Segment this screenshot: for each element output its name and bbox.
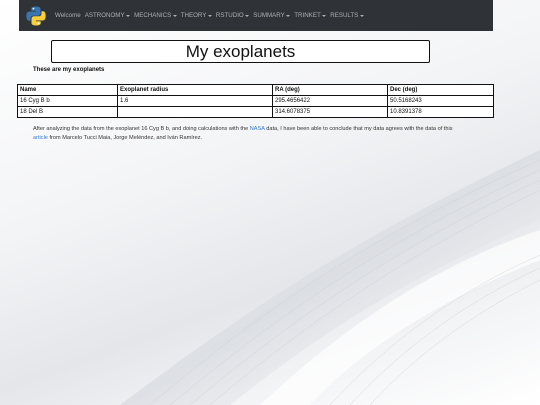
nav-summary-dropdown[interactable]: SUMMARY — [253, 12, 291, 19]
caret-down-icon — [126, 15, 131, 17]
cell-ra: 314.6078375 — [272, 106, 388, 118]
exoplanets-table: Name Exoplanet radius RA (deg) Dec (deg)… — [17, 84, 494, 118]
nav-rstudio-dropdown[interactable]: RSTUDIO — [215, 12, 250, 19]
nav-label: MECHANICS — [134, 12, 172, 19]
nav-menu: Welcome ASTRONOMY MECHANICS THEORY RSTUD… — [55, 12, 364, 19]
cell-ra: 295.4656422 — [272, 95, 388, 107]
table-row: 18 Del B 314.6078375 10.8391378 — [17, 106, 494, 118]
caret-down-icon — [322, 15, 327, 17]
nav-label: SUMMARY — [253, 12, 285, 19]
header-dec: Dec (deg) — [387, 84, 494, 96]
cell-radius: 1.6 — [117, 95, 273, 107]
caret-down-icon — [245, 15, 250, 17]
caret-down-icon — [286, 15, 291, 17]
nav-label: RSTUDIO — [215, 12, 244, 19]
nav-trinket-dropdown[interactable]: TRINKET — [294, 12, 327, 19]
cell-name: 18 Del B — [17, 106, 118, 118]
cell-radius — [117, 106, 273, 118]
page-title-box: My exoplanets — [51, 40, 430, 63]
paragraph-text: data, I have been able to conclude that … — [264, 126, 453, 132]
nav-welcome-link[interactable]: Welcome — [55, 12, 81, 19]
top-navbar: Welcome ASTRONOMY MECHANICS THEORY RSTUD… — [19, 0, 493, 31]
nav-results-dropdown[interactable]: RESULTS — [330, 12, 364, 19]
paragraph-text: After analyzing the data from the exopla… — [33, 126, 250, 132]
article-link[interactable]: article — [33, 135, 48, 141]
header-exoplanet-radius: Exoplanet radius — [117, 84, 273, 96]
nasa-link[interactable]: NASA — [250, 126, 265, 132]
caret-down-icon — [207, 15, 212, 17]
table-header-row: Name Exoplanet radius RA (deg) Dec (deg) — [17, 84, 494, 96]
nav-astronomy-dropdown[interactable]: ASTRONOMY — [84, 12, 131, 19]
nav-label: THEORY — [180, 12, 207, 19]
nav-mechanics-dropdown[interactable]: MECHANICS — [134, 12, 177, 19]
paragraph-text: from Marcelo Tucci Maia, Jorge Meléndez,… — [47, 135, 203, 142]
nav-label: RESULTS — [330, 12, 359, 19]
section-subtitle: These are my exoplanets — [33, 67, 105, 73]
cell-dec: 10.8391378 — [387, 106, 494, 118]
cell-dec: 50.5168243 — [387, 95, 494, 107]
header-name: Name — [17, 84, 118, 96]
conclusion-paragraph: After analyzing the data from the exopla… — [33, 125, 453, 143]
table-row: 16 Cyg B b 1.6 295.4656422 50.5168243 — [17, 95, 494, 107]
cell-name: 16 Cyg B b — [17, 95, 118, 107]
header-ra: RA (deg) — [272, 84, 388, 96]
caret-down-icon — [172, 15, 177, 17]
python-logo-icon[interactable] — [25, 5, 47, 27]
caret-down-icon — [359, 15, 364, 17]
page-title: My exoplanets — [185, 41, 296, 61]
nav-theory-dropdown[interactable]: THEORY — [181, 12, 212, 19]
nav-label: TRINKET — [294, 12, 321, 19]
nav-label: ASTRONOMY — [84, 12, 125, 19]
